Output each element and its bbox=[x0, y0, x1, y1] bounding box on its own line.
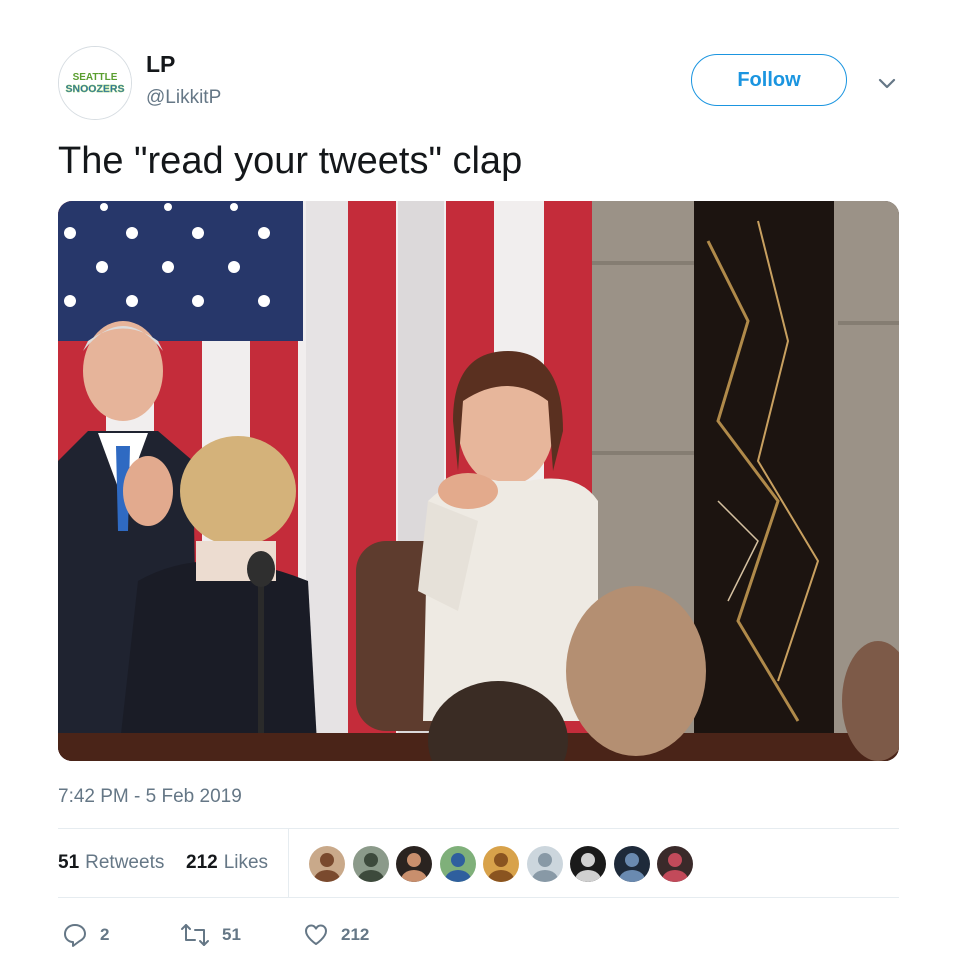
reply-icon bbox=[64, 924, 86, 947]
liker-avatar-9[interactable] bbox=[656, 845, 694, 883]
liker-avatar-8[interactable] bbox=[612, 845, 651, 883]
liker-avatar-1[interactable] bbox=[308, 845, 346, 883]
liker-avatar-7[interactable] bbox=[569, 845, 607, 883]
like-count: 212 bbox=[341, 925, 370, 944]
seattle-snoozers-logo: SEATTLE SNOOZERS bbox=[59, 47, 131, 119]
retweet-icon bbox=[181, 924, 209, 946]
retweet-button[interactable]: 51 bbox=[180, 920, 241, 950]
divider-bottom bbox=[58, 897, 899, 898]
retweet-count: 51 bbox=[222, 925, 241, 944]
liker-avatar-3[interactable] bbox=[395, 845, 433, 883]
heart-icon bbox=[305, 924, 327, 945]
tweet-photo[interactable] bbox=[58, 201, 899, 761]
retweets-stat[interactable]: 51 Retweets bbox=[58, 852, 164, 874]
liker-avatar-6[interactable] bbox=[525, 845, 564, 883]
tweet-timestamp[interactable]: 7:42 PM - 5 Feb 2019 bbox=[58, 786, 242, 808]
logo-text-bottom: SNOOZERS bbox=[66, 83, 125, 95]
tweet-stats: 51 Retweets 212 Likes bbox=[58, 829, 289, 897]
likes-count: 212 bbox=[186, 852, 218, 873]
liker-avatar-2[interactable] bbox=[351, 845, 390, 883]
author-name[interactable]: LP bbox=[146, 51, 175, 78]
reply-button[interactable]: 2 bbox=[62, 920, 109, 950]
follow-button[interactable]: Follow bbox=[691, 54, 847, 106]
liker-avatar-5[interactable] bbox=[482, 845, 520, 883]
retweets-count: 51 bbox=[58, 852, 80, 873]
tweet-text: The "read your tweets" clap bbox=[58, 140, 523, 182]
author-avatar[interactable]: SEATTLE SNOOZERS bbox=[58, 46, 132, 120]
author-handle[interactable]: @LikkitP bbox=[146, 87, 221, 109]
chevron-down-icon[interactable] bbox=[876, 72, 898, 94]
liker-avatar-4[interactable] bbox=[438, 845, 477, 883]
likes-label: Likes bbox=[223, 852, 269, 873]
reply-count: 2 bbox=[100, 925, 110, 944]
retweets-label: Retweets bbox=[85, 852, 165, 873]
like-button[interactable]: 212 bbox=[303, 920, 369, 950]
photo-illustration bbox=[58, 201, 899, 761]
logo-text-top: SEATTLE bbox=[73, 72, 118, 83]
likes-stat[interactable]: 212 Likes bbox=[186, 852, 268, 874]
